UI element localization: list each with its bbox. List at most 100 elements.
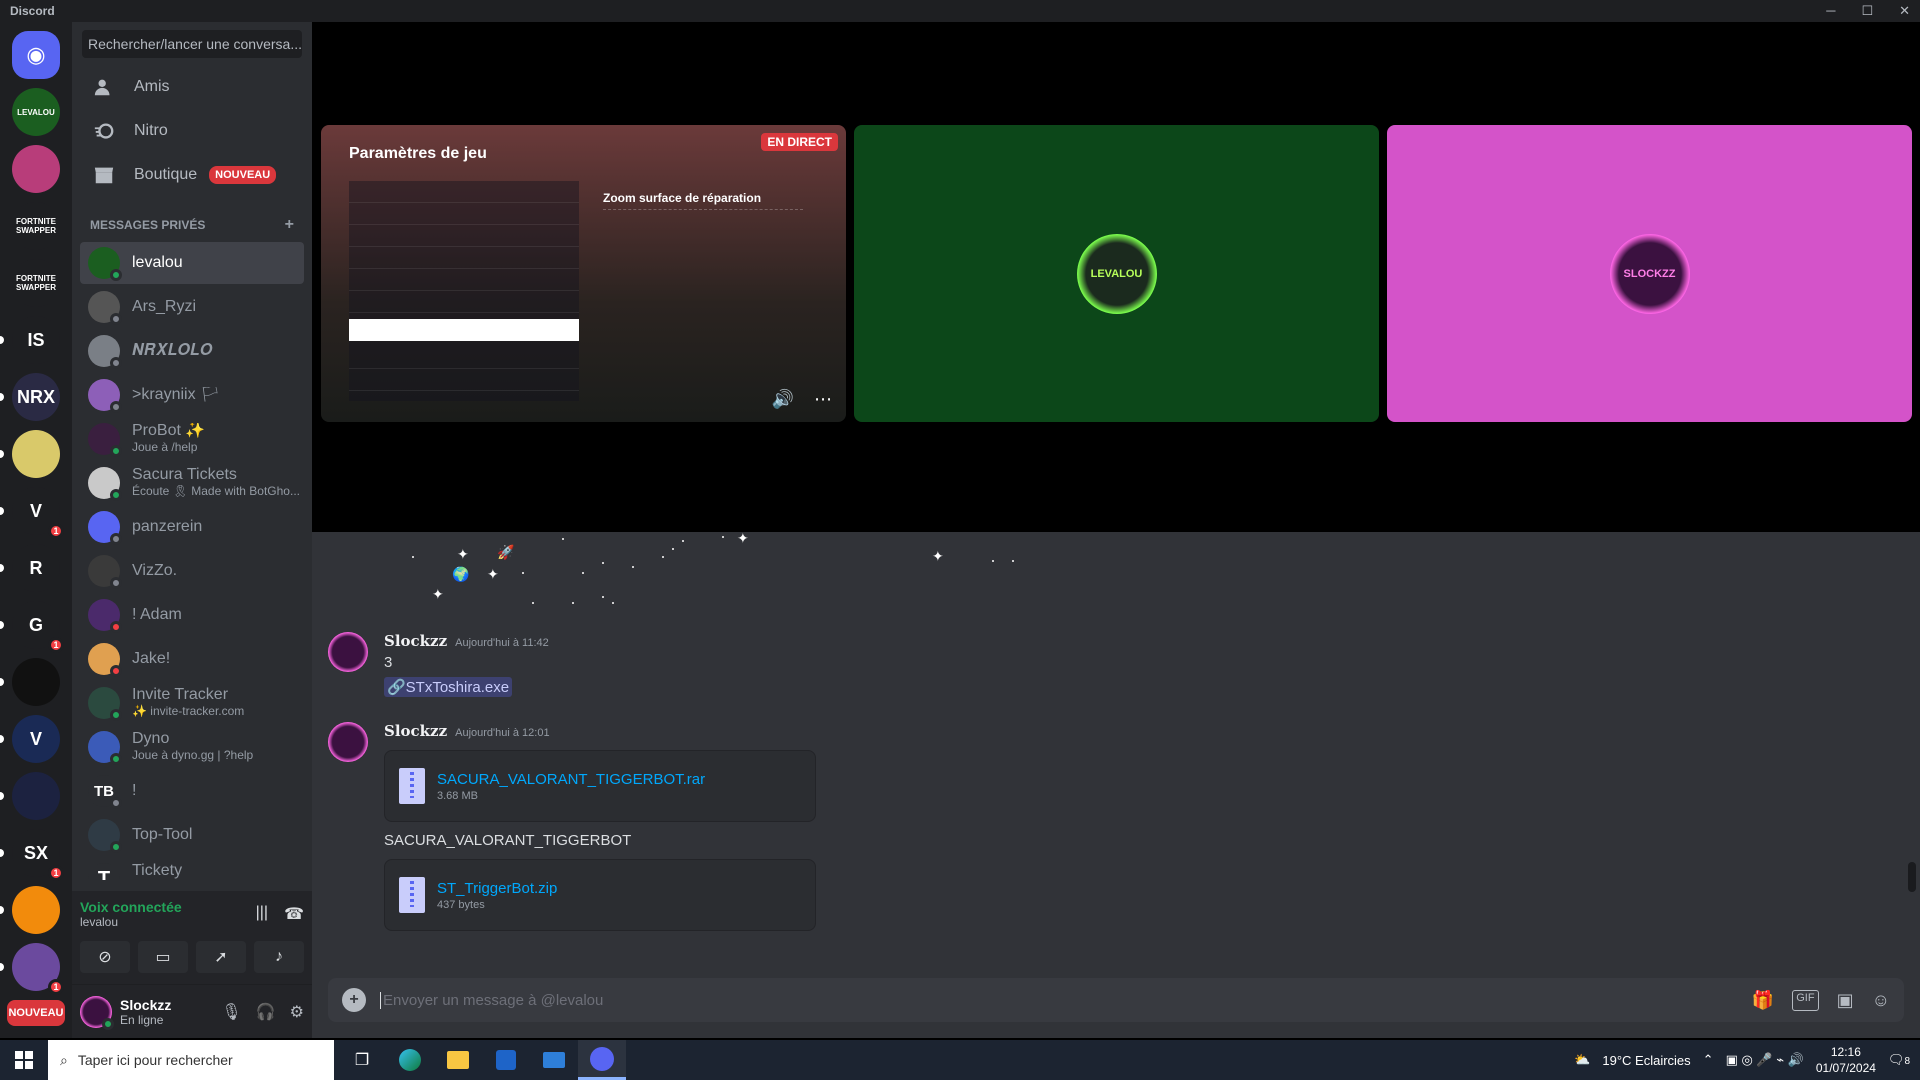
zoom-setting-title: Zoom surface de réparation [603, 191, 762, 205]
noise-suppression-icon[interactable]: ||| [256, 904, 268, 924]
sticker-icon[interactable]: ▣ [1837, 990, 1854, 1011]
nav-shop[interactable]: Boutique NOUVEAU [80, 154, 304, 196]
edge-icon[interactable] [386, 1040, 434, 1080]
dm-avatar: TB [88, 775, 122, 809]
voice-channel[interactable]: levalou [80, 915, 182, 929]
server-icon[interactable]: SX 1 [0, 829, 64, 881]
message-author[interactable]: Slockzz [384, 632, 447, 650]
file-name[interactable]: SACURA_VALORANT_TIGGERBOT.rar [437, 771, 705, 788]
search-input[interactable]: Rechercher/lancer une conversa... [82, 30, 302, 58]
clock[interactable]: 12:16 01/07/2024 [1816, 1044, 1876, 1076]
gif-button[interactable]: GIF [1792, 989, 1819, 1011]
message-input[interactable]: Envoyer un message à @levalou [380, 991, 1738, 1009]
gift-icon[interactable]: 🎁 [1752, 990, 1774, 1011]
more-options-icon[interactable]: ⋯ [814, 389, 832, 410]
unread-pill [0, 450, 4, 458]
microphone-icon[interactable]: 🎙 [221, 1002, 241, 1022]
video-button[interactable]: ⊘ [80, 941, 130, 973]
weather-text[interactable]: 19°C Eclaircies [1602, 1053, 1690, 1068]
start-button[interactable] [0, 1040, 48, 1080]
stream-tile[interactable]: EN DIRECT Paramètres de jeu Zoom surface… [321, 125, 846, 422]
dm-header-label: MESSAGES PRIVÉS [90, 218, 206, 232]
add-dm-button[interactable]: + [285, 216, 294, 234]
server-icon[interactable] [0, 430, 60, 478]
file-attachment[interactable]: ST_TriggerBot.zip 437 bytes [384, 859, 816, 931]
dm-item[interactable]: Ars_Ryzi [80, 286, 304, 328]
new-feature-badge[interactable]: NOUVEAU [7, 1000, 65, 1026]
dm-item[interactable]: panzerein [80, 506, 304, 548]
avatar-initials: T [97, 867, 111, 881]
chat-scrollbar[interactable] [1908, 862, 1916, 892]
add-attachment-button[interactable]: + [342, 988, 366, 1012]
server-icon[interactable]: 1 [0, 943, 64, 995]
server-icon[interactable] [0, 772, 60, 820]
participant-tile-levalou[interactable]: LEVALOU [854, 125, 1379, 422]
server-icon[interactable]: G1 [0, 601, 64, 653]
dm-item[interactable]: Jake! [80, 638, 304, 680]
nav-friends[interactable]: Amis [80, 66, 304, 108]
file-name[interactable]: ST_TriggerBot.zip [437, 880, 557, 897]
participant-tile-slockzz[interactable]: SLOCKZZ [1387, 125, 1912, 422]
discord-taskbar-icon[interactable] [578, 1040, 626, 1080]
dm-item[interactable]: Top-Tool [80, 814, 304, 856]
dm-item[interactable]: VizZo. [80, 550, 304, 592]
taskbar-search[interactable]: ⌕ Taper ici pour rechercher [48, 1040, 334, 1080]
server-icon[interactable] [0, 886, 60, 934]
dm-item[interactable]: ProBot ✨ Joue à /help [80, 418, 304, 460]
dm-item[interactable]: ! Adam [80, 594, 304, 636]
server-icon[interactable]: FORTNITE SWAPPER [12, 259, 60, 307]
server-icon[interactable]: FORTNITE SWAPPER [12, 202, 60, 250]
dm-item[interactable]: 𝑵𝑹𝑿𝑳𝑶𝑳𝑶 [80, 330, 304, 372]
dm-name: Tickety [132, 863, 183, 879]
dm-item[interactable]: TB! [80, 770, 304, 812]
volume-icon[interactable]: 🔊 [772, 389, 794, 410]
server-icon[interactable] [12, 145, 60, 193]
server-icon[interactable]: R [0, 544, 60, 592]
dm-avatar [88, 819, 122, 853]
headphones-icon[interactable]: 🎧 [256, 1002, 276, 1022]
server-icon[interactable]: V1 [0, 487, 64, 539]
tray-icons[interactable]: ▣ ◎ 🎤 ⌁ 🔊 [1726, 1052, 1804, 1068]
author-avatar[interactable] [328, 632, 368, 672]
message: Slockzz Aujourd'hui à 11:42 3 🔗STxToshir… [328, 632, 549, 697]
settings-gear-icon[interactable]: ⚙ [290, 1002, 304, 1022]
server-icon[interactable]: LEVALOU [12, 88, 60, 136]
server-icon[interactable]: IS [0, 316, 60, 364]
dm-name: ! Adam [132, 607, 182, 623]
dm-item[interactable]: levalou [80, 242, 304, 284]
mail-icon[interactable] [530, 1040, 578, 1080]
screen-share-button[interactable]: ▭ [138, 941, 188, 973]
user-avatar[interactable] [80, 995, 114, 1030]
chevron-up-icon[interactable]: ⌃ [1703, 1052, 1714, 1068]
dm-item[interactable]: Dyno Joue à dyno.gg | ?help [80, 726, 304, 768]
dm-name: 𝑵𝑹𝑿𝑳𝑶𝑳𝑶 [132, 343, 213, 359]
maximize-button[interactable]: ☐ [1861, 3, 1873, 19]
store-icon[interactable] [482, 1040, 530, 1080]
server-icon[interactable] [0, 658, 60, 706]
file-attachment[interactable]: SACURA_VALORANT_TIGGERBOT.rar 3.68 MB [384, 750, 816, 822]
dm-item[interactable]: >krayniix 🏳 [80, 374, 304, 416]
author-avatar[interactable] [328, 722, 368, 762]
message-author[interactable]: Slockzz [384, 722, 447, 740]
emoji-icon[interactable]: ☺ [1872, 990, 1890, 1011]
notification-icon[interactable]: 🗨8 [1888, 1052, 1910, 1068]
soundboard-button[interactable]: ♪ [254, 941, 304, 973]
nav-nitro[interactable]: Nitro [80, 110, 304, 152]
task-view-icon[interactable]: ❐ [338, 1040, 386, 1080]
server-label: LEVALOU [17, 107, 55, 117]
dm-item[interactable]: Invite Tracker ✨ invite-tracker.com [80, 682, 304, 724]
dm-item[interactable]: T Tickety/help | tickety.top [80, 858, 304, 880]
server-icon[interactable]: V [0, 715, 60, 763]
server-icon[interactable]: NRX [0, 373, 60, 421]
file-explorer-icon[interactable] [434, 1040, 482, 1080]
server-label: G [28, 614, 43, 635]
minimize-button[interactable]: ─ [1826, 3, 1835, 19]
activities-button[interactable]: ➚ [196, 941, 246, 973]
unread-pill [0, 393, 4, 401]
dm-item[interactable]: Sacura Tickets Écoute 🎗 Made with BotGho.… [80, 462, 304, 504]
disconnect-icon[interactable]: ☎ [284, 904, 304, 924]
close-button[interactable]: ✕ [1899, 3, 1910, 19]
discord-home-button[interactable]: ◉ [12, 31, 60, 79]
channel-link[interactable]: 🔗STxToshira.exe [384, 677, 513, 697]
dm-name: ProBot ✨ [132, 423, 206, 439]
